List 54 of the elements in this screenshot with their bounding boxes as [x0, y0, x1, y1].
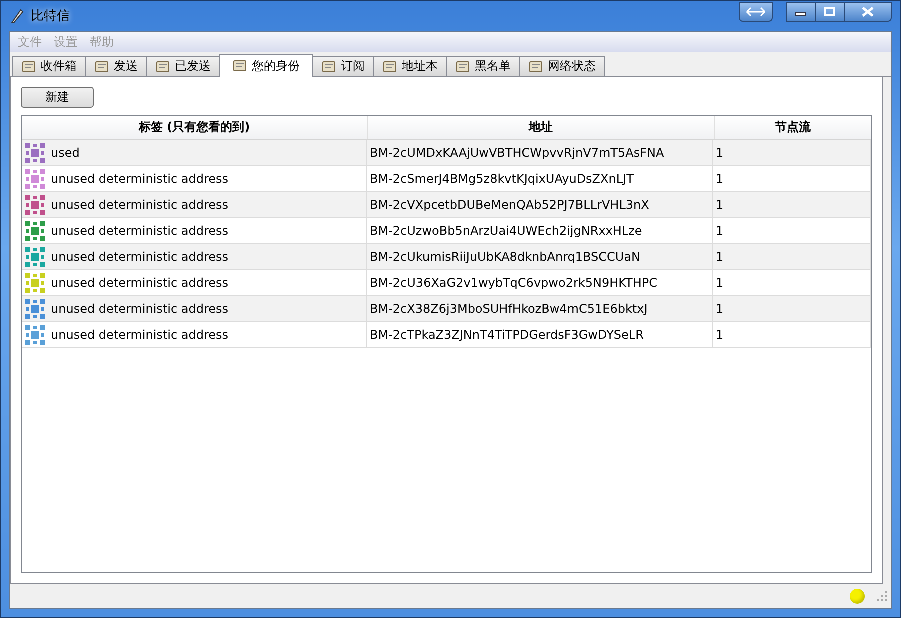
tab[interactable]: 您的身份 — [219, 54, 313, 77]
label-text: unused deterministic address — [51, 172, 229, 186]
maximize-icon — [824, 7, 836, 17]
table-cell: BM-2cVXpcetbDUBeMenQAb52PJ7BLLrVHL3nX — [367, 192, 713, 217]
document-icon — [455, 58, 471, 74]
column-header[interactable]: 地址 — [368, 116, 715, 139]
resize-grip-icon[interactable] — [877, 591, 887, 601]
tab[interactable]: 地址本 — [373, 56, 447, 76]
tab[interactable]: 网络状态 — [519, 56, 605, 76]
close-icon — [861, 7, 875, 17]
label-text: unused deterministic address — [51, 302, 229, 316]
new-button[interactable]: 新建 — [21, 87, 94, 108]
table-cell: 1 — [713, 322, 871, 347]
column-header[interactable]: 标签 (只有您看的到) — [22, 116, 368, 139]
document-icon — [528, 58, 544, 74]
table-cell: BM-2cX38Z6j3MboSUHfHkozBw4mC51E6bktxJ — [367, 296, 713, 321]
minimize-button[interactable] — [786, 2, 816, 22]
document-icon — [21, 58, 37, 74]
tab[interactable]: 发送 — [85, 56, 147, 76]
label-text: unused deterministic address — [51, 328, 229, 342]
table-cell: BM-2cU36XaG2v1wybTqC6vpwo2rk5N9HKTHPC — [367, 270, 713, 295]
label-text: unused deterministic address — [51, 250, 229, 264]
table-cell: BM-2cUzwoBb5nArzUai4UWEch2ijgNRxxHLze — [367, 218, 713, 243]
table-cell: 1 — [713, 218, 871, 243]
table-cell: 1 — [713, 192, 871, 217]
label-text: used — [51, 146, 80, 160]
tab[interactable]: 已发送 — [146, 56, 220, 76]
tab[interactable]: 黑名单 — [446, 56, 520, 76]
label-text: unused deterministic address — [51, 198, 229, 212]
maximize-button[interactable] — [815, 2, 845, 22]
column-header[interactable]: 节点流 — [715, 116, 871, 139]
table-cell: BM-2cSmerJ4BMg5z8kvtKJqixUAyuDsZXnLJT — [367, 166, 713, 191]
close-button[interactable] — [844, 2, 892, 22]
table-cell: BM-2cUMDxKAAjUwVBTHCWpvvRjnV7mT5AsFNA — [367, 140, 713, 165]
table-cell: BM-2cTPkaZ3ZJNnT4TiTPDGerdsF3GwDYSeLR — [367, 322, 713, 347]
resize-button[interactable] — [739, 2, 773, 22]
label-text: unused deterministic address — [51, 224, 229, 238]
feather-icon — [9, 8, 25, 24]
double-arrow-icon — [746, 7, 766, 17]
document-icon — [155, 58, 171, 74]
table-cell: 1 — [713, 296, 871, 321]
table-cell: 1 — [713, 140, 871, 165]
document-icon — [382, 58, 398, 74]
tab[interactable]: 订阅 — [312, 56, 374, 76]
label-text: unused deterministic address — [51, 276, 229, 290]
document-icon — [321, 58, 337, 74]
tab[interactable]: 收件箱 — [12, 56, 86, 76]
window-title: 比特信 — [31, 8, 70, 25]
table-cell: 1 — [713, 244, 871, 269]
table-cell: 1 — [713, 270, 871, 295]
table-cell: 1 — [713, 166, 871, 191]
document-icon — [94, 58, 110, 74]
table-cell: BM-2cUkumisRiiJuUbKA8dknbAnrq1BSCCUaN — [367, 244, 713, 269]
document-icon — [232, 58, 248, 74]
